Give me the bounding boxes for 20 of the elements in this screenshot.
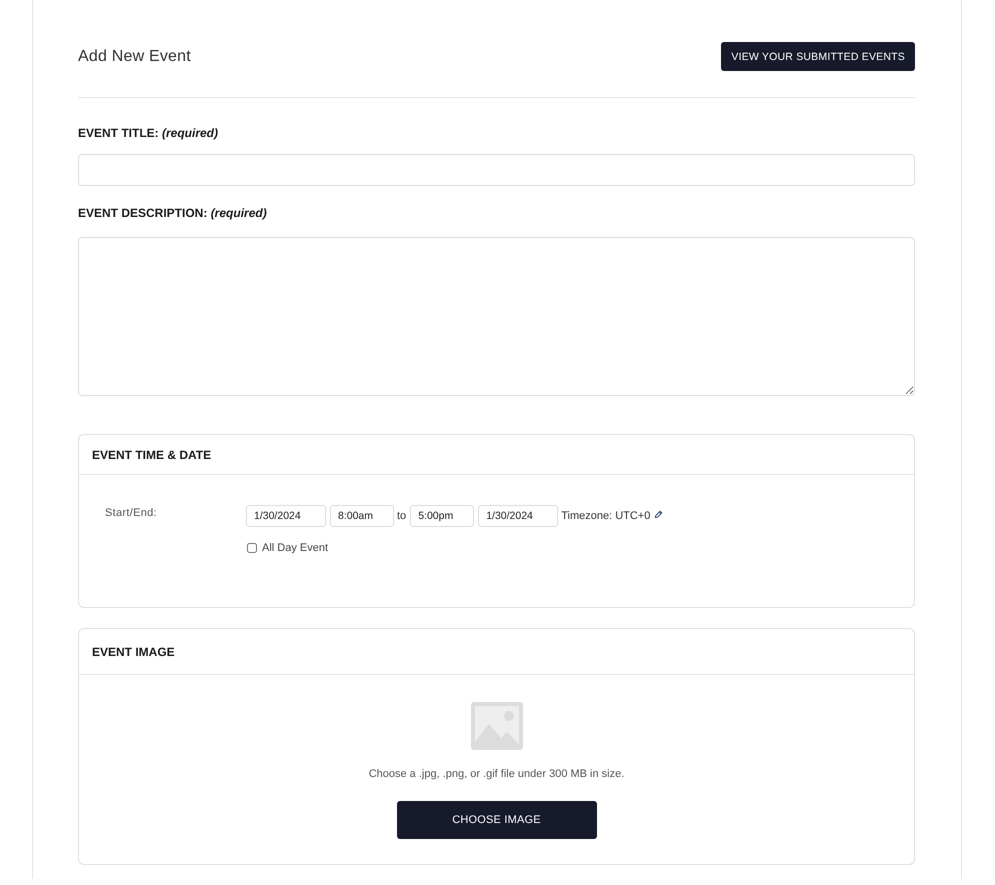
- image-hint-text: Choose a .jpg, .png, or .gif file under 300 MB in size.: [368, 768, 624, 780]
- all-day-label: All Day Event: [262, 542, 328, 554]
- range-separator-text: to: [397, 510, 406, 522]
- pencil-icon[interactable]: [654, 510, 664, 518]
- page-title: Add New Event: [78, 48, 191, 66]
- choose-image-button[interactable]: CHOOSE IMAGE: [396, 801, 596, 839]
- timezone-text: Timezone: UTC+0: [561, 510, 650, 522]
- start-end-label: Start/End:: [105, 506, 157, 521]
- time-input-field[interactable]: 8:00am: [330, 505, 394, 527]
- date-input-field[interactable]: 1/30/2024: [246, 505, 326, 527]
- view-submitted-events-button[interactable]: VIEW YOUR SUBMITTED EVENTS: [721, 42, 915, 71]
- image-placeholder-icon: [470, 702, 522, 750]
- section-title: EVENT IMAGE: [92, 644, 175, 658]
- title-input-field[interactable]: [78, 154, 915, 186]
- all-day-checkbox[interactable]: [247, 543, 257, 553]
- field-label: EVENT TITLE: (required): [78, 126, 218, 140]
- field-label: EVENT DESCRIPTION: (required): [78, 206, 267, 220]
- date-input-field[interactable]: 1/30/2024: [478, 505, 558, 527]
- time-input-field[interactable]: 5:00pm: [410, 505, 474, 527]
- section-title: EVENT TIME & DATE: [92, 448, 212, 462]
